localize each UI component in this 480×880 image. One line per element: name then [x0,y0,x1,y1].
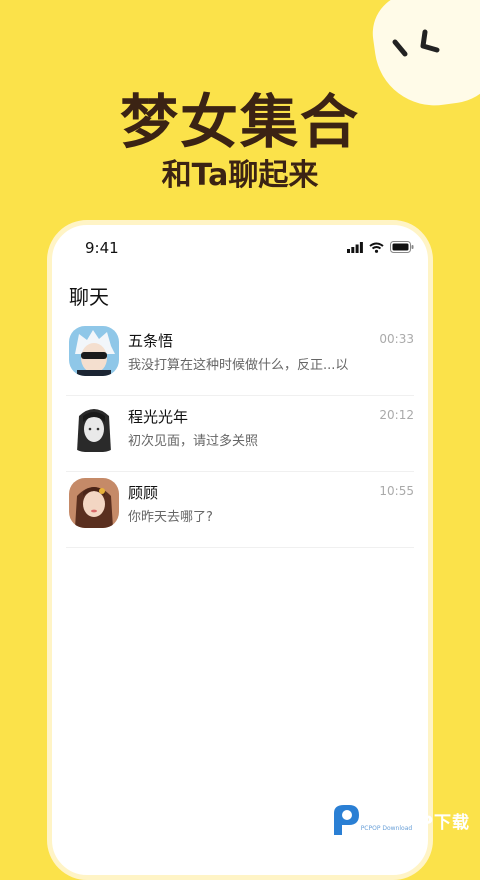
chat-name: 五条悟 [128,332,174,350]
avatar-gojo [69,326,119,376]
chat-item[interactable]: 五条悟 我没打算在这种时候做什么，反正...以后多的... 00:33 [66,320,414,396]
chat-item[interactable]: 程光光年 初次见面，请过多关照 20:12 [66,396,414,472]
chat-name: 顾顾 [128,484,159,502]
watermark-sub: PCPOP Download [360,825,413,832]
signal-icon [347,241,363,253]
status-icons [347,241,414,253]
chat-item[interactable]: 顾顾 你昨天去哪了? 10:55 [66,472,414,548]
chat-list: 五条悟 我没打算在这种时候做什么，反正...以后多的... 00:33 程光光年… [66,320,414,548]
chat-preview: 初次见面，请过多关照 [128,434,259,449]
status-bar: 9:41 [52,225,428,265]
battery-icon [390,241,414,253]
watermark: PCPOP下载 PCPOP Download [331,803,470,837]
headline: 梦女集合 [119,88,360,156]
phone-mockup: 9:41 聊天 五条悟 我没打算在这种时候做什么，反正...以 00:33 程光… [47,220,433,880]
pcpop-logo-icon [333,805,359,835]
chat-time: 20:12 [379,408,414,422]
page-title: 聊天 [69,285,109,309]
avatar-dark-hair [69,402,119,452]
wink-face-icon [392,29,440,57]
chat-time: 00:33 [379,332,414,346]
status-time: 9:41 [85,239,119,257]
chat-time: 10:55 [379,484,414,498]
wifi-icon [369,242,384,253]
subheadline: 和Ta聊起来 [161,158,319,193]
chat-name: 程光光年 [128,408,189,426]
avatar-girl [69,478,119,528]
chat-preview: 我没打算在这种时候做什么，反正...以后多的... [128,358,348,373]
chat-preview: 你昨天去哪了? [128,510,213,525]
